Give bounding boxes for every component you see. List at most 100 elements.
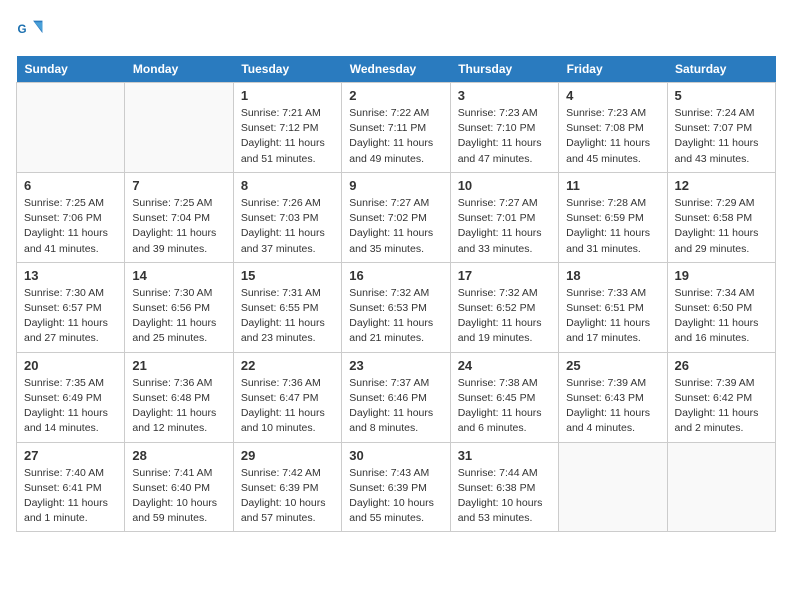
calendar-cell: 20 Sunrise: 7:35 AMSunset: 6:49 PMDayligh… xyxy=(17,352,125,442)
calendar-cell: 30Sunrise: 7:43 AMSunset: 6:39 PMDayligh… xyxy=(342,442,450,532)
weekday-row: SundayMondayTuesdayWednesdayThursdayFrid… xyxy=(17,56,776,83)
day-number: 14 xyxy=(132,268,225,283)
calendar-cell: 9Sunrise: 7:27 AMSunset: 7:02 PMDaylight… xyxy=(342,172,450,262)
day-info: Sunrise: 7:28 AMSunset: 6:59 PMDaylight:… xyxy=(566,196,659,257)
calendar-cell: 6 Sunrise: 7:25 AMSunset: 7:06 PMDaylight… xyxy=(17,172,125,262)
calendar-week-row: 27 Sunrise: 7:40 AMSunset: 6:41 PMDayligh… xyxy=(17,442,776,532)
weekday-header: Sunday xyxy=(17,56,125,83)
calendar-cell: 10 Sunrise: 7:27 AMSunset: 7:01 PMDayligh… xyxy=(450,172,558,262)
calendar-cell: 31 Sunrise: 7:44 AMSunset: 6:38 PMDayligh… xyxy=(450,442,558,532)
day-info: Sunrise: 7:23 AMSunset: 7:08 PMDaylight:… xyxy=(566,106,659,167)
day-info: Sunrise: 7:25 AMSunset: 7:06 PMDaylight:… xyxy=(24,196,117,257)
day-info: Sunrise: 7:27 AMSunset: 7:02 PMDaylight:… xyxy=(349,196,442,257)
day-number: 8 xyxy=(241,178,334,193)
calendar-week-row: 20 Sunrise: 7:35 AMSunset: 6:49 PMDayligh… xyxy=(17,352,776,442)
calendar-cell: 8 Sunrise: 7:26 AMSunset: 7:03 PMDaylight… xyxy=(233,172,341,262)
day-number: 27 xyxy=(24,448,117,463)
day-info: Sunrise: 7:34 AMSunset: 6:50 PMDaylight:… xyxy=(675,286,768,347)
day-info: Sunrise: 7:26 AMSunset: 7:03 PMDaylight:… xyxy=(241,196,334,257)
calendar-cell: 29 Sunrise: 7:42 AMSunset: 6:39 PMDayligh… xyxy=(233,442,341,532)
day-number: 30 xyxy=(349,448,442,463)
day-number: 22 xyxy=(241,358,334,373)
day-info: Sunrise: 7:32 AMSunset: 6:53 PMDaylight:… xyxy=(349,286,442,347)
day-number: 19 xyxy=(675,268,768,283)
day-number: 25 xyxy=(566,358,659,373)
day-info: Sunrise: 7:41 AMSunset: 6:40 PMDaylight:… xyxy=(132,466,225,527)
calendar-cell: 1 Sunrise: 7:21 AMSunset: 7:12 PMDaylight… xyxy=(233,83,341,173)
logo-icon: G xyxy=(16,16,44,44)
day-info: Sunrise: 7:24 AMSunset: 7:07 PMDaylight:… xyxy=(675,106,768,167)
day-info: Sunrise: 7:27 AMSunset: 7:01 PMDaylight:… xyxy=(458,196,551,257)
day-info: Sunrise: 7:30 AMSunset: 6:56 PMDaylight:… xyxy=(132,286,225,347)
day-number: 16 xyxy=(349,268,442,283)
calendar-cell: 14 Sunrise: 7:30 AMSunset: 6:56 PMDayligh… xyxy=(125,262,233,352)
calendar-cell: 16 Sunrise: 7:32 AMSunset: 6:53 PMDayligh… xyxy=(342,262,450,352)
calendar-cell: 22 Sunrise: 7:36 AMSunset: 6:47 PMDayligh… xyxy=(233,352,341,442)
day-info: Sunrise: 7:36 AMSunset: 6:47 PMDaylight:… xyxy=(241,376,334,437)
calendar-cell: 24 Sunrise: 7:38 AMSunset: 6:45 PMDayligh… xyxy=(450,352,558,442)
day-info: Sunrise: 7:21 AMSunset: 7:12 PMDaylight:… xyxy=(241,106,334,167)
day-number: 3 xyxy=(458,88,551,103)
day-info: Sunrise: 7:29 AMSunset: 6:58 PMDaylight:… xyxy=(675,196,768,257)
calendar-cell: 19 Sunrise: 7:34 AMSunset: 6:50 PMDayligh… xyxy=(667,262,775,352)
day-number: 1 xyxy=(241,88,334,103)
calendar-cell: 3 Sunrise: 7:23 AMSunset: 7:10 PMDaylight… xyxy=(450,83,558,173)
calendar-week-row: 6 Sunrise: 7:25 AMSunset: 7:06 PMDaylight… xyxy=(17,172,776,262)
weekday-header: Saturday xyxy=(667,56,775,83)
day-number: 24 xyxy=(458,358,551,373)
day-info: Sunrise: 7:44 AMSunset: 6:38 PMDaylight:… xyxy=(458,466,551,527)
weekday-header: Wednesday xyxy=(342,56,450,83)
calendar-header: SundayMondayTuesdayWednesdayThursdayFrid… xyxy=(17,56,776,83)
day-number: 12 xyxy=(675,178,768,193)
calendar-week-row: 13 Sunrise: 7:30 AMSunset: 6:57 PMDayligh… xyxy=(17,262,776,352)
day-info: Sunrise: 7:33 AMSunset: 6:51 PMDaylight:… xyxy=(566,286,659,347)
calendar-cell: 7Sunrise: 7:25 AMSunset: 7:04 PMDaylight… xyxy=(125,172,233,262)
day-info: Sunrise: 7:38 AMSunset: 6:45 PMDaylight:… xyxy=(458,376,551,437)
calendar-cell: 13 Sunrise: 7:30 AMSunset: 6:57 PMDayligh… xyxy=(17,262,125,352)
day-number: 29 xyxy=(241,448,334,463)
calendar-cell: 28 Sunrise: 7:41 AMSunset: 6:40 PMDayligh… xyxy=(125,442,233,532)
day-info: Sunrise: 7:40 AMSunset: 6:41 PMDaylight:… xyxy=(24,466,117,527)
day-number: 21 xyxy=(132,358,225,373)
calendar-cell: 15Sunrise: 7:31 AMSunset: 6:55 PMDayligh… xyxy=(233,262,341,352)
calendar-cell: 4Sunrise: 7:23 AMSunset: 7:08 PMDaylight… xyxy=(559,83,667,173)
calendar-cell: 5 Sunrise: 7:24 AMSunset: 7:07 PMDaylight… xyxy=(667,83,775,173)
weekday-header: Friday xyxy=(559,56,667,83)
day-info: Sunrise: 7:39 AMSunset: 6:43 PMDaylight:… xyxy=(566,376,659,437)
day-info: Sunrise: 7:37 AMSunset: 6:46 PMDaylight:… xyxy=(349,376,442,437)
weekday-header: Thursday xyxy=(450,56,558,83)
calendar-cell xyxy=(559,442,667,532)
calendar-cell: 26Sunrise: 7:39 AMSunset: 6:42 PMDayligh… xyxy=(667,352,775,442)
calendar-cell: 23Sunrise: 7:37 AMSunset: 6:46 PMDayligh… xyxy=(342,352,450,442)
day-number: 20 xyxy=(24,358,117,373)
day-info: Sunrise: 7:35 AMSunset: 6:49 PMDaylight:… xyxy=(24,376,117,437)
day-info: Sunrise: 7:39 AMSunset: 6:42 PMDaylight:… xyxy=(675,376,768,437)
calendar-cell: 12 Sunrise: 7:29 AMSunset: 6:58 PMDayligh… xyxy=(667,172,775,262)
day-info: Sunrise: 7:30 AMSunset: 6:57 PMDaylight:… xyxy=(24,286,117,347)
day-number: 17 xyxy=(458,268,551,283)
calendar-cell: 17 Sunrise: 7:32 AMSunset: 6:52 PMDayligh… xyxy=(450,262,558,352)
svg-text:G: G xyxy=(18,23,27,36)
day-info: Sunrise: 7:22 AMSunset: 7:11 PMDaylight:… xyxy=(349,106,442,167)
day-number: 5 xyxy=(675,88,768,103)
weekday-header: Tuesday xyxy=(233,56,341,83)
calendar-cell: 25 Sunrise: 7:39 AMSunset: 6:43 PMDayligh… xyxy=(559,352,667,442)
day-info: Sunrise: 7:32 AMSunset: 6:52 PMDaylight:… xyxy=(458,286,551,347)
day-number: 6 xyxy=(24,178,117,193)
day-number: 7 xyxy=(132,178,225,193)
calendar-cell: 2Sunrise: 7:22 AMSunset: 7:11 PMDaylight… xyxy=(342,83,450,173)
day-number: 28 xyxy=(132,448,225,463)
day-info: Sunrise: 7:31 AMSunset: 6:55 PMDaylight:… xyxy=(241,286,334,347)
calendar-cell: 11 Sunrise: 7:28 AMSunset: 6:59 PMDayligh… xyxy=(559,172,667,262)
calendar-table: SundayMondayTuesdayWednesdayThursdayFrid… xyxy=(16,56,776,532)
calendar-cell: 27 Sunrise: 7:40 AMSunset: 6:41 PMDayligh… xyxy=(17,442,125,532)
day-number: 11 xyxy=(566,178,659,193)
page-header: G xyxy=(16,16,776,44)
day-number: 13 xyxy=(24,268,117,283)
day-number: 10 xyxy=(458,178,551,193)
calendar-cell xyxy=(667,442,775,532)
day-number: 31 xyxy=(458,448,551,463)
day-info: Sunrise: 7:42 AMSunset: 6:39 PMDaylight:… xyxy=(241,466,334,527)
day-info: Sunrise: 7:36 AMSunset: 6:48 PMDaylight:… xyxy=(132,376,225,437)
day-info: Sunrise: 7:23 AMSunset: 7:10 PMDaylight:… xyxy=(458,106,551,167)
